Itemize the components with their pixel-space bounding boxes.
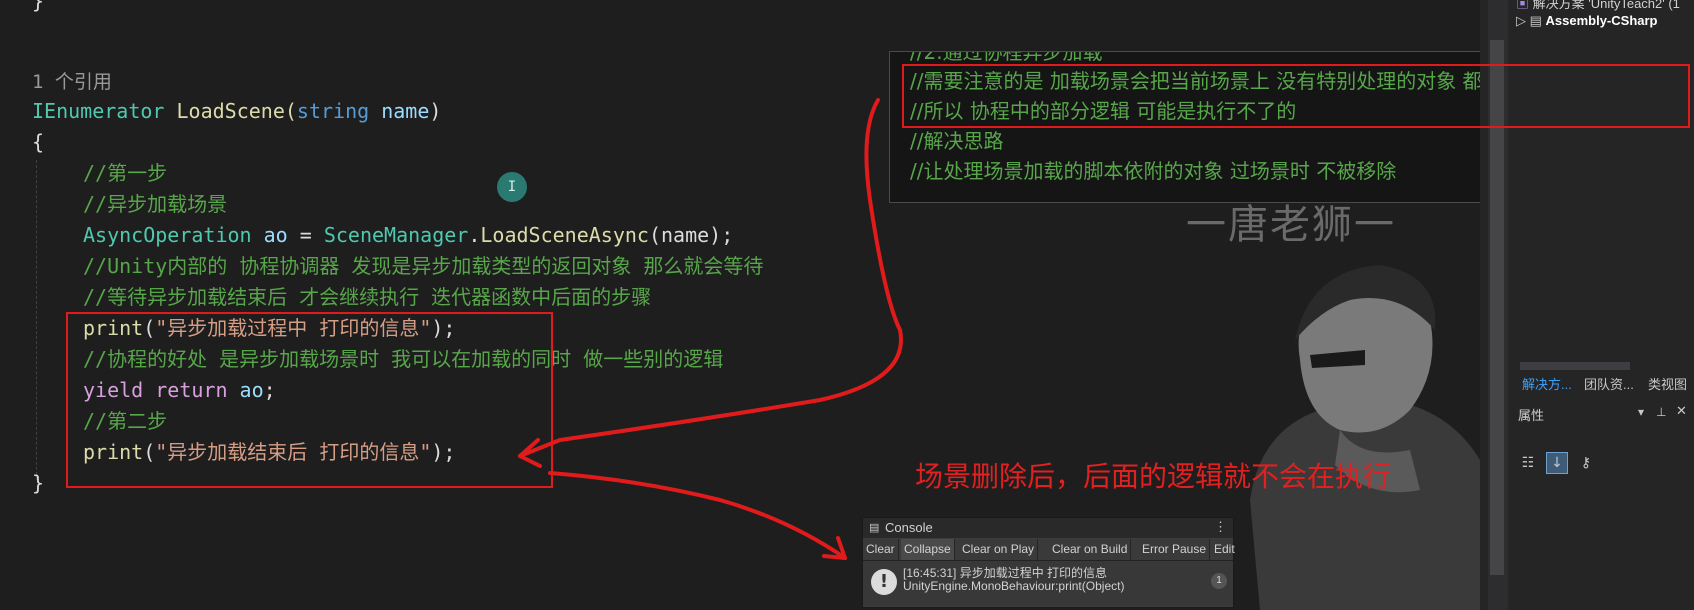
annotation-arrows [518, 98, 903, 560]
arrow-curve-2 [548, 471, 847, 560]
arrow-curve-1 [518, 98, 903, 458]
